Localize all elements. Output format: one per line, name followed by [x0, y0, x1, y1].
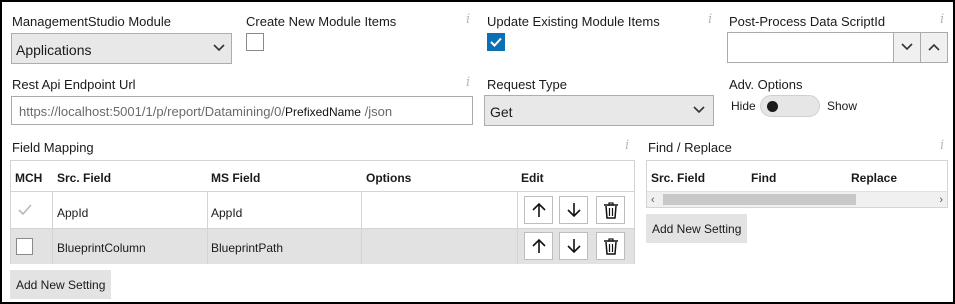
delete-row-button[interactable] [596, 232, 625, 260]
adv-options-toggle[interactable] [760, 95, 820, 117]
info-icon: i [625, 138, 630, 153]
create-new-label: Create New Module Items [246, 14, 397, 29]
ms-field-cell: BlueprintPath [211, 241, 284, 255]
toggle-knob [767, 101, 778, 112]
arrow-down-icon [567, 239, 581, 254]
scroll-left-icon[interactable]: ‹ [651, 194, 655, 206]
chevron-down-icon [213, 44, 225, 52]
rest-api-url-input[interactable]: https://localhost:5001/1/p/report/Datami… [11, 96, 473, 125]
toggle-off-label: Hide [731, 99, 756, 113]
chevron-down-icon [693, 106, 705, 114]
info-icon: i [466, 12, 471, 27]
field-mapping-label: Field Mapping [12, 140, 94, 155]
spin-down-button[interactable] [893, 33, 920, 62]
info-icon: i [466, 75, 471, 90]
column-header-ms-field: MS Field [211, 171, 261, 185]
field-mapping-add-button[interactable]: Add New Setting [10, 270, 112, 299]
info-icon: i [940, 138, 945, 153]
trash-icon [604, 202, 618, 219]
url-prefix: https://localhost:5001/1/p/report/Datami… [19, 104, 285, 119]
chevron-down-icon [901, 43, 913, 51]
spin-up-button[interactable] [920, 33, 947, 62]
move-down-button[interactable] [559, 196, 588, 224]
src-field-cell: BlueprintColumn [57, 241, 146, 255]
info-icon: i [708, 12, 713, 27]
mch-checkbox[interactable] [16, 238, 33, 255]
adv-options-label: Adv. Options [729, 77, 803, 92]
update-existing-checkbox[interactable] [487, 33, 505, 51]
request-type-select[interactable]: Get [484, 95, 714, 126]
create-new-checkbox[interactable] [246, 33, 264, 51]
horizontal-scrollbar[interactable]: ‹ › [647, 191, 947, 207]
scrollbar-thumb[interactable] [663, 194, 856, 205]
checkmark-icon [18, 204, 32, 216]
info-icon: i [940, 12, 945, 27]
url-placeholder-token: PrefixedName [284, 105, 361, 119]
delete-row-button[interactable] [596, 196, 625, 224]
ms-field-cell: AppId [211, 206, 243, 220]
move-up-button[interactable] [524, 232, 553, 260]
arrow-up-icon [532, 238, 546, 253]
find-replace-add-button[interactable]: Add New Setting [646, 214, 748, 243]
module-select[interactable]: Applications [11, 33, 232, 64]
field-mapping-grid: MCH Src. Field MS Field Options Edit App… [10, 160, 635, 264]
update-existing-label: Update Existing Module Items [487, 14, 660, 29]
find-replace-label: Find / Replace [648, 140, 732, 155]
column-header-edit: Edit [521, 171, 544, 185]
move-down-button[interactable] [559, 232, 588, 260]
module-label: ManagementStudio Module [12, 14, 171, 29]
column-header-mch: MCH [15, 171, 43, 185]
column-header-src-field: Src. Field [57, 171, 112, 185]
column-header-replace: Replace [851, 171, 898, 185]
post-process-input[interactable] [727, 32, 948, 63]
url-suffix: /json [364, 104, 393, 119]
chevron-up-icon [928, 43, 940, 51]
arrow-up-icon [532, 202, 546, 217]
module-settings-panel: ManagementStudio Module Applications Cre… [0, 0, 955, 304]
checkmark-icon [490, 37, 502, 47]
rest-api-label: Rest Api Endpoint Url [12, 77, 136, 92]
column-header-options: Options [366, 171, 412, 185]
column-header-src-field: Src. Field [651, 171, 706, 185]
post-process-label: Post-Process Data ScriptId [729, 14, 886, 29]
move-up-button[interactable] [524, 196, 553, 224]
request-type-label: Request Type [487, 77, 567, 92]
trash-icon [604, 238, 618, 255]
scroll-right-icon[interactable]: › [939, 194, 943, 206]
arrow-down-icon [567, 203, 581, 218]
find-replace-grid: Src. Field Find Replace ‹ › [646, 160, 948, 208]
request-type-value: Get [490, 104, 513, 120]
column-header-find: Find [751, 171, 777, 185]
src-field-cell: AppId [57, 206, 89, 220]
toggle-on-label: Show [827, 99, 858, 113]
table-row: BlueprintColumn BlueprintPath [11, 229, 634, 264]
module-select-value: Applications [16, 42, 92, 58]
